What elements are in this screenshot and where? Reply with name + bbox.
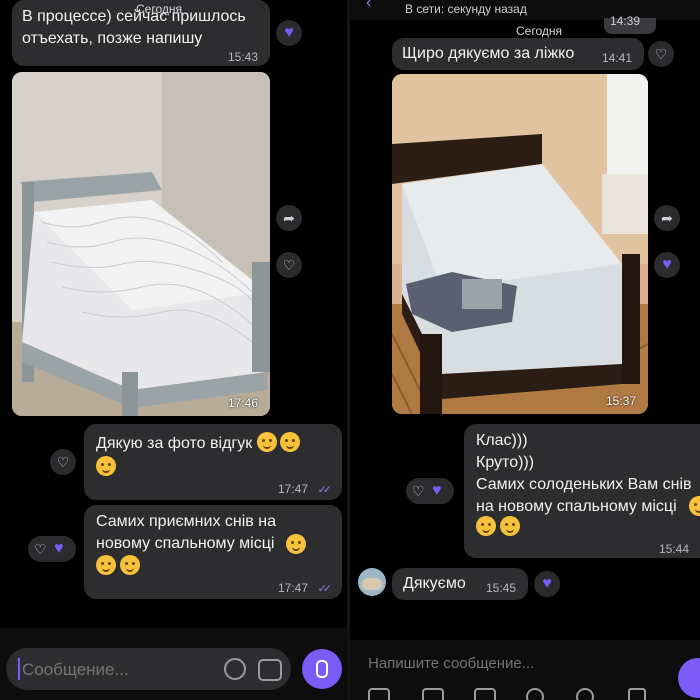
- heart-outline-icon: ♡: [56, 454, 70, 470]
- gif-icon[interactable]: [526, 688, 544, 700]
- sticker-icon[interactable]: [368, 688, 390, 700]
- heart-outline-icon[interactable]: ♡: [34, 542, 47, 556]
- left-chat-pane: В процессе) сейчас пришлось отъехать, по…: [0, 0, 347, 700]
- heart-outline-icon: ♡: [654, 46, 668, 62]
- gallery-icon[interactable]: [258, 659, 282, 681]
- photo-time: 17:46: [227, 396, 258, 410]
- share-button[interactable]: ➦: [276, 205, 302, 231]
- bed-photo: [392, 74, 648, 414]
- back-chevron-icon[interactable]: ‹: [366, 0, 371, 12]
- like-button[interactable]: ♡: [648, 41, 674, 67]
- message-time: 14:39: [610, 14, 641, 28]
- message-time: 15:43: [227, 50, 258, 64]
- heart-filled-icon: ♥: [284, 24, 294, 41]
- like-button[interactable]: ♡: [50, 449, 76, 475]
- message-input[interactable]: [366, 650, 630, 676]
- read-ticks-icon: ✓✓: [317, 583, 333, 595]
- date-separator: Сегодня: [136, 2, 182, 16]
- message-time: 17:47: [277, 482, 308, 496]
- outgoing-message-2[interactable]: Самих приємних снів на новому спальному …: [84, 505, 342, 599]
- read-ticks-icon: ✓✓: [317, 484, 333, 496]
- message-time: 14:41: [601, 51, 632, 65]
- hugging-emoji-icon: [256, 432, 277, 452]
- date-separator: Сегодня: [516, 24, 562, 38]
- incoming-message-2[interactable]: Дякуємо 15:45: [392, 568, 528, 600]
- like-button-active[interactable]: ♥: [654, 252, 680, 278]
- outgoing-message-1[interactable]: Клас))) Круто))) Самих солоденьких Вам с…: [464, 424, 700, 558]
- reaction-group: ♡ ♥: [28, 536, 76, 562]
- heart-filled-icon: ♥: [542, 575, 552, 592]
- contact-avatar[interactable]: [358, 568, 386, 596]
- like-button[interactable]: ♡: [276, 252, 302, 278]
- online-status: В сети: секунду назад: [405, 2, 527, 16]
- smiling-emoji-icon: [96, 555, 116, 575]
- bed-photo-message[interactable]: 15:37: [392, 74, 648, 414]
- photo-time: 15:37: [605, 394, 636, 408]
- share-icon: ➦: [283, 209, 295, 226]
- outgoing-message-1[interactable]: Дякую за фото відгук 17:47 ✓✓: [84, 424, 342, 500]
- attachment-toolbar: •••: [350, 686, 700, 700]
- smiling-emoji-icon: [120, 555, 140, 575]
- emoji-picker-icon[interactable]: [224, 658, 246, 680]
- message-text: Клас))) Круто))) Самих солоденьких Вам с…: [476, 432, 692, 515]
- heart-outline-icon: ♡: [282, 257, 296, 273]
- bed-photo-message[interactable]: 17:46: [12, 72, 270, 416]
- message-time: 17:47: [277, 581, 308, 595]
- smiling-emoji-icon: [286, 534, 306, 554]
- like-button-active[interactable]: ♥: [534, 571, 560, 597]
- share-icon: ➦: [661, 209, 673, 226]
- previous-message-edge: 14:39: [604, 14, 656, 34]
- incoming-message-1[interactable]: Щиро дякуємо за ліжко 14:41: [392, 38, 644, 70]
- right-chat-pane: ‹ В сети: секунду назад 14:39 Сегодня Щи…: [350, 0, 700, 700]
- chat-header: ‹ В сети: секунду назад: [350, 0, 700, 20]
- message-time: 15:45: [485, 581, 516, 595]
- heart-filled-icon[interactable]: ♥: [54, 541, 64, 557]
- smiling-emoji-icon: [500, 516, 520, 536]
- microphone-icon: [316, 660, 328, 678]
- microphone-button[interactable]: [302, 649, 342, 689]
- share-button[interactable]: ➦: [654, 205, 680, 231]
- message-text: Дякуємо: [403, 575, 466, 592]
- bed-photo: [12, 72, 270, 416]
- heart-filled-icon: ♥: [662, 256, 672, 273]
- hugging-emoji-icon: [279, 432, 300, 452]
- heart-outline-icon[interactable]: ♡: [412, 484, 425, 498]
- heart-filled-icon[interactable]: ♥: [432, 483, 442, 499]
- hugging-emoji-icon: [96, 456, 116, 476]
- message-text-line: Дякую за фото відгук: [96, 432, 336, 455]
- message-composer: [6, 648, 291, 690]
- message-text: Щиро дякуємо за ліжко: [402, 45, 575, 62]
- gallery-icon[interactable]: [422, 688, 444, 700]
- heart-reaction-button[interactable]: ♥: [276, 20, 302, 46]
- message-time: 15:44: [659, 542, 690, 556]
- smiling-emoji-icon: [476, 516, 496, 536]
- message-input[interactable]: [20, 656, 214, 684]
- file-icon[interactable]: [628, 688, 646, 700]
- reaction-group: ♡ ♥: [406, 478, 454, 504]
- timer-icon[interactable]: [576, 688, 594, 700]
- camera-icon[interactable]: [474, 688, 496, 700]
- message-text: Дякую за фото відгук: [96, 435, 253, 452]
